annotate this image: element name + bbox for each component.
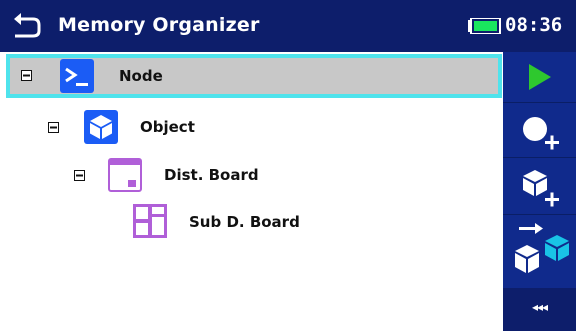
sub-board-icon <box>133 204 167 238</box>
memory-tree: Node Object Dist. Board Sub D. Board <box>0 52 503 331</box>
object-cube-icon <box>84 110 118 144</box>
tree-item-sub-board[interactable]: Sub D. Board <box>0 200 503 244</box>
add-object-button[interactable] <box>503 158 576 214</box>
tree-item-object[interactable]: Object <box>0 104 503 148</box>
dist-board-icon <box>108 158 142 192</box>
tree-item-node[interactable]: Node <box>6 54 502 98</box>
collapse-icon[interactable] <box>21 70 32 81</box>
more-options-button[interactable]: ◂◂◂ <box>503 288 576 331</box>
collapse-icon[interactable] <box>48 122 59 133</box>
collapse-icon[interactable] <box>74 170 85 181</box>
add-object-icon <box>523 170 559 207</box>
tree-item-label: Node <box>119 67 163 85</box>
clock: 08:36 <box>505 14 563 36</box>
play-icon <box>529 64 551 90</box>
start-button[interactable] <box>503 52 576 102</box>
copy-structure-button[interactable] <box>503 215 576 281</box>
tree-item-label: Sub D. Board <box>189 213 300 231</box>
back-arrow-icon[interactable] <box>11 12 41 38</box>
more-arrows-icon: ◂◂◂ <box>531 300 548 314</box>
title-bar: Memory Organizer 08:36 <box>0 0 576 52</box>
page-title: Memory Organizer <box>58 14 260 36</box>
node-terminal-icon <box>60 59 94 93</box>
action-sidebar: ◂◂◂ <box>503 52 576 331</box>
add-measurement-icon <box>523 117 559 150</box>
copy-structure-icon <box>515 223 569 273</box>
tree-item-label: Object <box>140 118 195 136</box>
tree-item-dist-board[interactable]: Dist. Board <box>0 150 503 194</box>
battery-icon <box>468 18 501 34</box>
tree-item-label: Dist. Board <box>164 166 259 184</box>
add-measurement-button[interactable] <box>503 103 576 157</box>
